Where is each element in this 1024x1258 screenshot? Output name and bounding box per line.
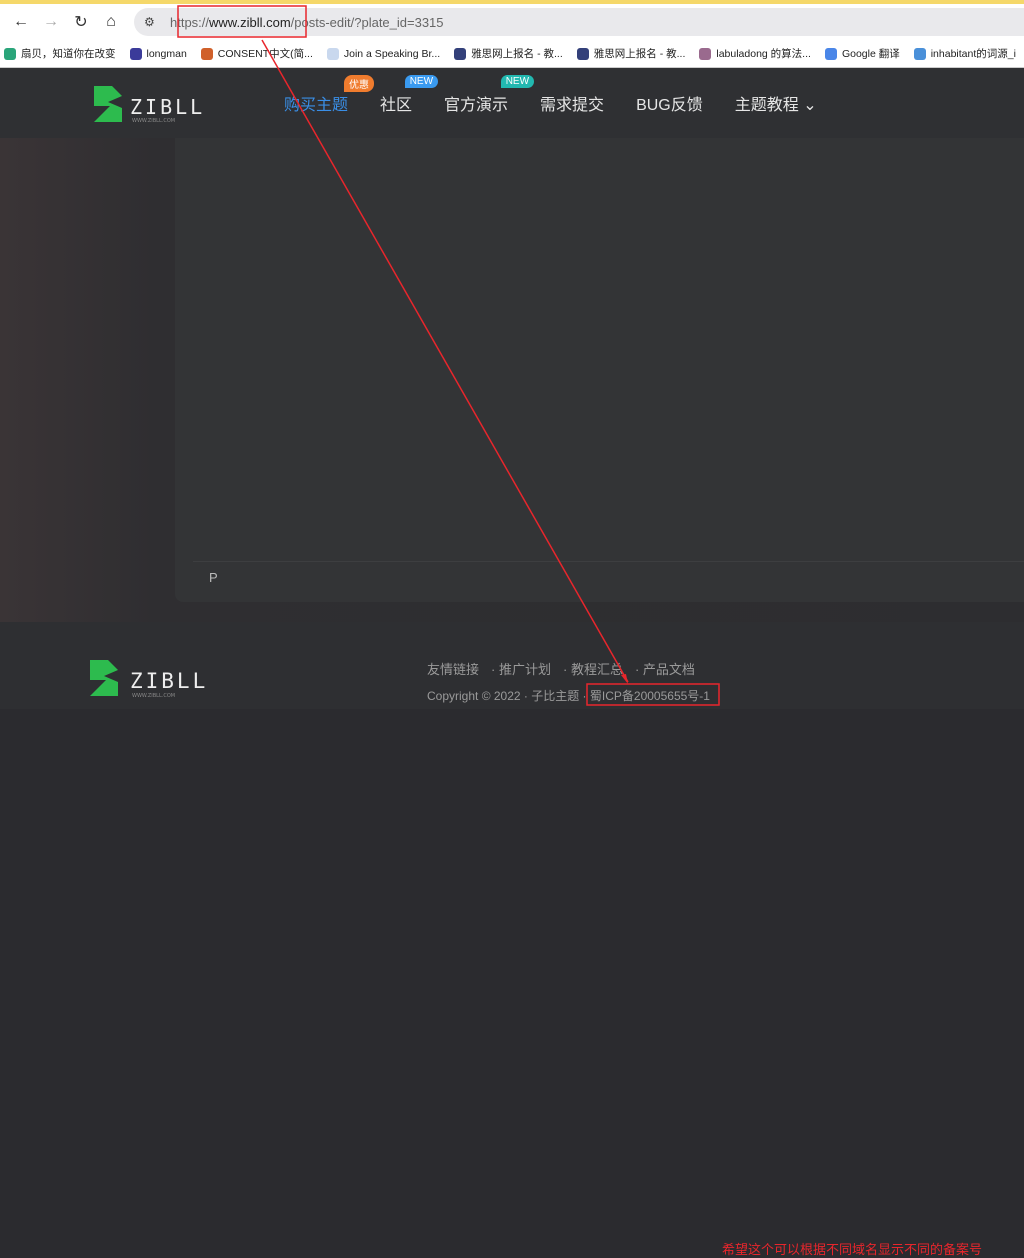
bookmark-favicon-icon (326, 47, 339, 60)
footer-logo: ZIBLL WWW.ZIBLL.COM (88, 658, 220, 705)
element-path[interactable]: P (209, 570, 218, 585)
bookmark-label: inhabitant的词源_i (930, 48, 1016, 60)
nav-badge: NEW (500, 75, 535, 88)
nav-badge: NEW (404, 75, 439, 88)
bookmark-label: 雅思网上报名 - 教... (471, 48, 563, 60)
bookmark[interactable]: Join a Speaking Br... (326, 47, 441, 60)
zibll-logo[interactable]: ZIBLL WWW.ZIBLL.COM (92, 84, 214, 129)
nav-label: 主题教程 (734, 97, 799, 114)
bookmark[interactable]: Google 翻译 (824, 46, 900, 61)
bookmark-label: 雅思网上报名 - 教... (593, 48, 686, 60)
post-editor[interactable]: P (175, 138, 1024, 602)
svg-text:WWW.ZIBLL.COM: WWW.ZIBLL.COM (132, 693, 175, 699)
nav-label: 需求提交 (540, 97, 605, 114)
bookmark[interactable]: longman (129, 47, 187, 60)
bookmark-favicon-icon (913, 47, 926, 60)
footer-link[interactable]: 友情链接 (427, 662, 485, 677)
copyright-line: Copyright © 2022 · 子比主题 · 蜀ICP备20005655号… (427, 687, 710, 704)
main-nav: 购买主题 优惠 社区 NEW 官方演示 NEW 需求提交 BUG反馈 主题教程 ⌄ (284, 68, 849, 138)
svg-text:ZIBLL: ZIBLL (130, 95, 205, 119)
bookmark[interactable]: labuladong 的算法... (699, 46, 811, 61)
footer-link-label: 产品文档 (642, 662, 695, 677)
nav-item[interactable]: BUG反馈 (636, 91, 703, 115)
bookmarks-bar: 扇贝，知道你在改变 longman CONSENT中文(简... Join a Spe… (0, 40, 1024, 68)
bookmark-favicon-icon (699, 47, 712, 60)
site-footer: ZIBLL WWW.ZIBLL.COM 友情链接 · 推广计划 · 教程汇总 · 产品文… (0, 622, 1024, 1257)
svg-text:ZIBLL: ZIBLL (130, 669, 208, 693)
bookmark[interactable]: 扇贝，知道你在改变 (4, 46, 116, 61)
bookmark[interactable]: inhabitant的词源_i (913, 46, 1016, 61)
footer-links: 友情链接 · 推广计划 · 教程汇总 · 产品文档 (427, 659, 707, 678)
copyright-text: Copyright © 2022 · 子比主题 · (427, 689, 587, 703)
footer-link-label: 教程汇总 (570, 662, 623, 677)
bookmark-label: labuladong 的算法... (716, 48, 811, 60)
icp-link[interactable]: 蜀ICP备20005655号-1 (590, 689, 710, 703)
url-path: /posts-edit/?plate_id=3315 (290, 14, 444, 30)
bookmark[interactable]: 雅思网上报名 - 教... (576, 46, 686, 61)
bookmark[interactable]: CONSENT中文(简... (200, 46, 313, 61)
back-button[interactable]: ← (6, 13, 36, 31)
footer-link-label: 友情链接 (427, 662, 480, 677)
nav-item[interactable]: 需求提交 (540, 91, 604, 115)
site-header: ZIBLL WWW.ZIBLL.COM 购买主题 优惠 社区 NEW 官方演示 NEW 需求提… (0, 68, 1024, 138)
bookmark-label: 扇贝，知道你在改变 (21, 48, 116, 60)
footer-link[interactable]: · 教程汇总 (563, 662, 629, 677)
bookmark-label: Join a Speaking Br... (343, 47, 441, 60)
bookmark-favicon-icon (4, 47, 16, 60)
nav-label: BUG反馈 (636, 97, 703, 114)
bookmark-favicon-icon (200, 47, 213, 60)
nav-label: 社区 (380, 97, 413, 114)
nav-label: 购买主题 (284, 97, 349, 114)
editor-statusbar: P (193, 561, 1024, 601)
bookmark[interactable]: 雅思网上报名 - 教... (454, 46, 563, 61)
bookmark-label: Google 翻译 (841, 48, 900, 60)
browser-toolbar: ← → ↻ ⌂ ⚙ https://www.zibll.com/posts-ed… (0, 4, 1024, 40)
address-bar[interactable]: ⚙ https://www.zibll.com/posts-edit/?plat… (134, 8, 1024, 36)
nav-badge: 优惠 (344, 75, 375, 92)
url-prefix: https:// (170, 14, 210, 30)
chevron-down-icon: ⌄ (803, 97, 817, 114)
nav-label: 官方演示 (444, 97, 509, 114)
svg-text:WWW.ZIBLL.COM: WWW.ZIBLL.COM (132, 118, 175, 124)
footer-link-label: 推广计划 (498, 662, 551, 677)
bookmark-favicon-icon (824, 47, 837, 60)
footer-link[interactable]: · 推广计划 (491, 662, 557, 677)
forward-button[interactable]: → (36, 13, 66, 31)
nav-item[interactable]: 官方演示 NEW (444, 75, 535, 115)
bookmark-favicon-icon (454, 47, 467, 60)
annotation-note: 希望这个可以根据不同域名显示不同的备案号 (722, 1242, 983, 1257)
site-settings-icon[interactable]: ⚙ (144, 15, 164, 29)
bookmark-favicon-icon (129, 47, 142, 60)
nav-item[interactable]: 购买主题 优惠 (284, 75, 375, 115)
footer-link[interactable]: · 产品文档 (635, 662, 701, 677)
reload-button[interactable]: ↻ (66, 12, 96, 32)
bookmark-label: longman (146, 47, 187, 60)
nav-item[interactable]: 社区 NEW (380, 75, 439, 115)
home-button[interactable]: ⌂ (96, 13, 126, 31)
bookmark-favicon-icon (576, 47, 589, 60)
site-page: ZIBLL WWW.ZIBLL.COM 购买主题 优惠 社区 NEW 官方演示 NEW 需求提… (0, 68, 1024, 1257)
nav-item[interactable]: 主题教程 ⌄ (735, 91, 817, 115)
bookmark-label: CONSENT中文(简... (217, 48, 313, 60)
url-domain: www.zibll.com (209, 14, 291, 30)
